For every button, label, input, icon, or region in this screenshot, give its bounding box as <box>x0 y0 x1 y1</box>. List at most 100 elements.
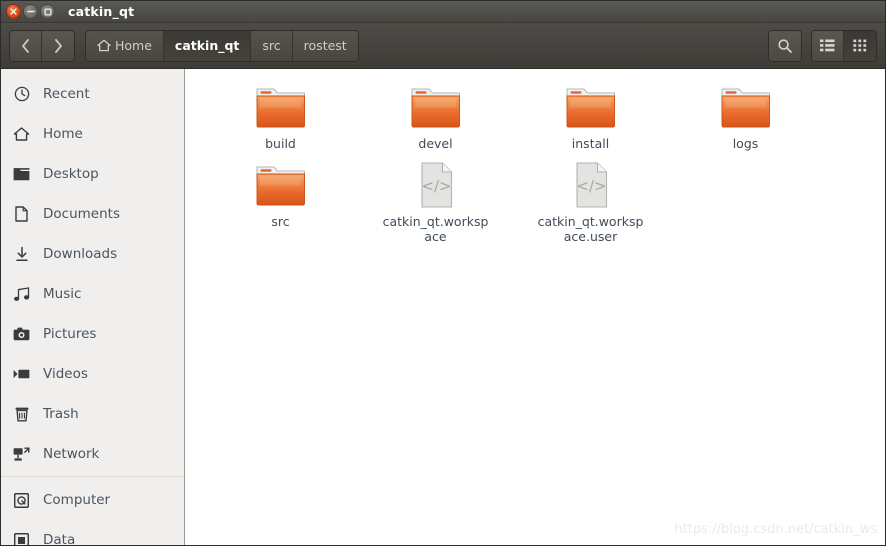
sidebar-item-label: Downloads <box>43 246 118 262</box>
download-icon <box>13 246 30 263</box>
folder-icon <box>253 83 309 131</box>
file-item-label: install <box>571 136 610 151</box>
forward-button[interactable] <box>42 30 74 61</box>
document-icon <box>13 206 30 223</box>
toolbar: Home catkin_qt src rostest <box>1 23 885 69</box>
clock-icon <box>13 86 30 103</box>
breadcrumb-item-home[interactable]: Home <box>86 30 164 61</box>
file-item-catkin-qt-workspace-user[interactable]: </> catkin_qt.workspace.user <box>513 159 668 244</box>
drive-icon <box>13 532 30 545</box>
code-file-icon: </> <box>414 161 458 209</box>
sidebar-item-home[interactable]: Home <box>1 114 184 154</box>
breadcrumb-item-rostest[interactable]: rostest <box>292 30 358 61</box>
maximize-button[interactable] <box>40 4 55 19</box>
file-item-devel[interactable]: devel <box>358 81 513 159</box>
minimize-button[interactable] <box>23 4 38 19</box>
file-item-label: logs <box>732 136 759 151</box>
computer-drive-icon <box>13 492 30 509</box>
window-title: catkin_qt <box>68 4 135 19</box>
file-item-src[interactable]: src <box>203 159 358 237</box>
sidebar-item-videos[interactable]: Videos <box>1 354 184 394</box>
network-icon <box>13 446 30 463</box>
sidebar-item-documents[interactable]: Documents <box>1 194 184 234</box>
sidebar: Recent Home Desktop Documents Downloads … <box>1 69 185 545</box>
file-item-catkin-qt-workspace[interactable]: </> catkin_qt.workspace <box>358 159 513 244</box>
file-list-area[interactable]: build devel install logs src </> catkin_… <box>185 69 885 545</box>
sidebar-item-network[interactable]: Network <box>1 434 184 474</box>
breadcrumb-item-label: Home <box>115 38 152 53</box>
file-item-logs[interactable]: logs <box>668 81 823 159</box>
folder-icon <box>253 161 309 209</box>
view-mode-buttons <box>811 29 877 62</box>
chevron-left-icon <box>22 38 29 53</box>
home-icon <box>97 39 111 52</box>
navigation-buttons <box>9 29 75 62</box>
sidebar-item-label: Trash <box>43 406 79 422</box>
back-button[interactable] <box>10 30 42 61</box>
sidebar-item-label: Computer <box>43 492 111 508</box>
breadcrumb-item-label: rostest <box>303 38 347 53</box>
code-file-glyph: </> <box>576 177 606 195</box>
search-button-group <box>768 29 802 62</box>
sidebar-item-label: Recent <box>43 86 90 102</box>
sidebar-item-label: Pictures <box>43 326 97 342</box>
folder-icon <box>563 83 619 131</box>
sidebar-item-label: Documents <box>43 206 120 222</box>
close-icon <box>10 8 17 15</box>
file-item-build[interactable]: build <box>203 81 358 159</box>
sidebar-item-recent[interactable]: Recent <box>1 74 184 114</box>
sidebar-item-label: Data <box>43 532 76 545</box>
search-icon <box>778 38 792 53</box>
folder-icon <box>718 83 774 131</box>
file-item-label: catkin_qt.workspace.user <box>537 214 644 244</box>
desktop-folder-icon <box>13 166 30 183</box>
camera-icon <box>13 326 30 343</box>
list-view-button[interactable] <box>812 30 844 61</box>
trash-icon <box>13 406 30 423</box>
video-icon <box>13 366 30 383</box>
search-button[interactable] <box>769 30 801 61</box>
file-item-label: catkin_qt.workspace <box>382 214 489 244</box>
list-view-icon <box>820 39 835 52</box>
toolbar-right-tools <box>768 29 877 62</box>
watermark: https://blog.csdn.net/catkin_ws <box>674 522 877 537</box>
code-file-icon: </> <box>569 161 613 209</box>
code-file-glyph: </> <box>421 177 451 195</box>
window-controls <box>6 4 55 19</box>
sidebar-item-computer[interactable]: Computer <box>1 480 184 520</box>
maximize-icon <box>43 7 52 16</box>
sidebar-item-data[interactable]: Data <box>1 520 184 545</box>
file-item-install[interactable]: install <box>513 81 668 159</box>
icon-grid: build devel install logs src </> catkin_… <box>185 69 885 244</box>
sidebar-item-trash[interactable]: Trash <box>1 394 184 434</box>
chevron-right-icon <box>54 38 62 53</box>
sidebar-item-label: Videos <box>43 366 88 382</box>
breadcrumb-item-label: src <box>262 38 281 53</box>
sidebar-item-label: Network <box>43 446 100 462</box>
close-button[interactable] <box>6 4 21 19</box>
breadcrumb-item-label: catkin_qt <box>174 38 240 53</box>
breadcrumb: Home catkin_qt src rostest <box>85 29 359 62</box>
grid-view-button[interactable] <box>844 30 876 61</box>
sidebar-item-downloads[interactable]: Downloads <box>1 234 184 274</box>
sidebar-item-label: Desktop <box>43 166 99 182</box>
file-manager-window: catkin_qt Home catkin_qt src rostest Rec… <box>0 0 886 546</box>
sidebar-item-pictures[interactable]: Pictures <box>1 314 184 354</box>
file-item-label: devel <box>418 136 453 151</box>
music-note-icon <box>13 286 30 303</box>
minimize-icon <box>26 10 35 13</box>
home-icon <box>13 126 30 143</box>
window-body: Recent Home Desktop Documents Downloads … <box>1 69 885 545</box>
sidebar-item-label: Home <box>43 126 83 142</box>
breadcrumb-item-catkin-qt[interactable]: catkin_qt <box>163 30 252 61</box>
file-item-label: build <box>265 136 296 151</box>
breadcrumb-item-src[interactable]: src <box>251 30 293 61</box>
file-item-label: src <box>271 214 290 229</box>
title-bar: catkin_qt <box>1 1 885 23</box>
sidebar-item-desktop[interactable]: Desktop <box>1 154 184 194</box>
sidebar-item-label: Music <box>43 286 82 302</box>
folder-icon <box>408 83 464 131</box>
sidebar-item-music[interactable]: Music <box>1 274 184 314</box>
grid-view-icon <box>853 39 867 52</box>
sidebar-separator <box>1 476 184 477</box>
